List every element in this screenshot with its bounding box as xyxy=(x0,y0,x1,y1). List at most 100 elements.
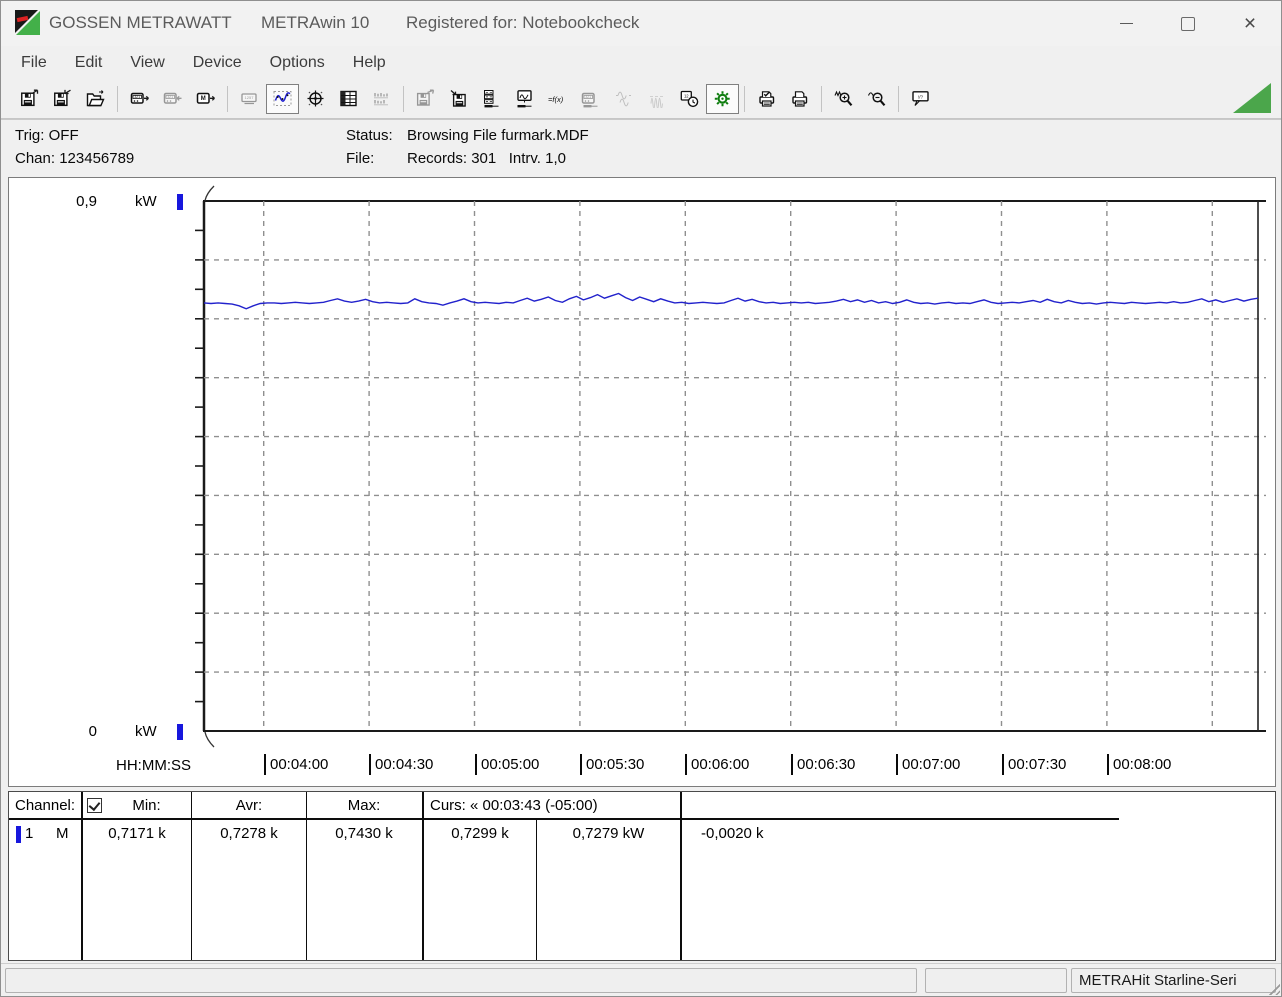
menu-view[interactable]: View xyxy=(116,49,178,77)
status-panel-device: METRAHit Starline-Seri xyxy=(1071,968,1276,993)
maximize-button[interactable] xyxy=(1157,6,1219,42)
formula-fx-button[interactable]: =f(x) xyxy=(541,84,574,114)
x-tick-label: 00:05:30 xyxy=(580,754,644,775)
close-icon: × xyxy=(1244,13,1256,34)
menu-file[interactable]: File xyxy=(7,49,61,77)
open-file-icon xyxy=(85,89,106,108)
x-tick-label: 00:08:00 xyxy=(1107,754,1171,775)
stat-view-button[interactable] xyxy=(365,84,398,114)
device-memory-button[interactable]: M xyxy=(189,84,222,114)
device-read-icon: 321 xyxy=(129,89,150,108)
zoom-out-button[interactable] xyxy=(860,84,893,114)
x-tick-label: 00:05:00 xyxy=(475,754,539,775)
analog-out-button[interactable] xyxy=(607,84,640,114)
pulse-out-button[interactable] xyxy=(640,84,673,114)
online-gear-icon xyxy=(712,89,733,108)
toolbar-separator xyxy=(227,86,228,112)
svg-text:1257: 1257 xyxy=(245,95,255,100)
channel-setup-icon xyxy=(481,89,502,108)
x-tick-label: 00:06:00 xyxy=(685,754,749,775)
device-setup-button[interactable]: 321 xyxy=(574,84,607,114)
save-export-icon xyxy=(19,89,40,108)
close-button[interactable]: × xyxy=(1219,6,1281,42)
x-axis-format-label: HH:MM:SS xyxy=(97,757,191,774)
print-button[interactable] xyxy=(783,84,816,114)
status-panel-main xyxy=(5,968,917,993)
x-tick-label: 00:07:00 xyxy=(896,754,960,775)
menu-bar: File Edit View Device Options Help xyxy=(1,46,1281,79)
toolbar-separator xyxy=(117,86,118,112)
table-view-icon xyxy=(338,89,359,108)
table-view-button[interactable] xyxy=(332,84,365,114)
menu-device[interactable]: Device xyxy=(179,49,256,77)
zoom-in-button[interactable] xyxy=(827,84,860,114)
status-panel-secondary xyxy=(925,968,1067,993)
header-max: Max: xyxy=(306,797,422,814)
status-value: Browsing File furmark.MDF xyxy=(407,127,589,144)
chart-view-button[interactable] xyxy=(266,84,299,114)
cursor-view-icon xyxy=(305,89,326,108)
title-registered: Registered for: Notebookcheck xyxy=(406,13,639,33)
print-preview-button[interactable] xyxy=(750,84,783,114)
cursor-view-button[interactable] xyxy=(299,84,332,114)
maximize-icon xyxy=(1181,17,1195,31)
stat-view-icon xyxy=(371,89,392,108)
chart-plot[interactable] xyxy=(9,178,1275,786)
menu-options[interactable]: Options xyxy=(256,49,339,77)
minimize-button[interactable] xyxy=(1095,6,1157,42)
app-logo-icon xyxy=(15,10,41,36)
menu-edit[interactable]: Edit xyxy=(61,49,117,77)
status-bar: METRAHit Starline-Seri xyxy=(1,963,1281,996)
svg-text:M: M xyxy=(201,96,206,102)
cell-cursor-delta: -0,0020 k xyxy=(701,825,764,842)
svg-text:12: 12 xyxy=(684,93,689,98)
display-values-icon: 1257 xyxy=(239,89,260,108)
svg-text:321: 321 xyxy=(134,95,140,99)
device-name: METRAHit Starline-Seri xyxy=(1072,969,1275,989)
cell-cursor-value1: 0,7299 k xyxy=(424,825,536,842)
x-tick-label: 00:04:00 xyxy=(264,754,328,775)
cell-cursor-value2: 0,7279 kW xyxy=(537,825,680,842)
x-tick-label: 00:07:30 xyxy=(1002,754,1066,775)
measurement-table: Channel: Min: Avr: Max: Curs: « 00:03:43… xyxy=(8,791,1276,961)
time-setup-icon: 12 xyxy=(679,89,700,108)
print-icon xyxy=(789,89,810,108)
svg-text:!/?: !/? xyxy=(918,95,924,100)
time-setup-button[interactable]: 12 xyxy=(673,84,706,114)
store-data-icon xyxy=(448,89,469,108)
cell-max: 0,7430 k xyxy=(306,825,422,842)
zoom-out-icon xyxy=(866,89,887,108)
toolbar-separator xyxy=(744,86,745,112)
header-channel: Channel: xyxy=(15,797,75,814)
display-values-button[interactable]: 1257 xyxy=(233,84,266,114)
device-read-button[interactable]: 321 xyxy=(123,84,156,114)
store-data-button[interactable] xyxy=(442,84,475,114)
svg-text:321: 321 xyxy=(585,95,591,99)
svg-text:=f(x): =f(x) xyxy=(548,95,564,104)
channel-setup-button[interactable] xyxy=(475,84,508,114)
toolbar-separator xyxy=(403,86,404,112)
device-write-button[interactable]: 321 xyxy=(156,84,189,114)
title-brand: GOSSEN METRAWATT xyxy=(49,13,232,33)
x-tick-label: 00:04:30 xyxy=(369,754,433,775)
save-export-button[interactable] xyxy=(13,84,46,114)
device-write-icon: 321 xyxy=(162,89,183,108)
online-gear-button[interactable] xyxy=(706,84,739,114)
toolbar: 321 321 M 1257 =f(x) 321 12 !/? xyxy=(1,79,1281,119)
save-import-button[interactable] xyxy=(46,84,79,114)
x-tick-label: 00:06:30 xyxy=(791,754,855,775)
cell-avr: 0,7278 k xyxy=(192,825,306,842)
annotation-button[interactable]: !/? xyxy=(904,84,937,114)
channel-visibility-checkbox[interactable] xyxy=(87,798,102,813)
device-setup-icon: 321 xyxy=(580,89,601,108)
open-file-button[interactable] xyxy=(79,84,112,114)
toolbar-separator xyxy=(898,86,899,112)
menu-help[interactable]: Help xyxy=(339,49,400,77)
display-setup-button[interactable] xyxy=(508,84,541,114)
toolbar-separator xyxy=(821,86,822,112)
save-import-icon xyxy=(52,89,73,108)
cell-min: 0,7171 k xyxy=(83,825,191,842)
trigger-status: Trig: OFF xyxy=(15,127,79,144)
export-data-button[interactable] xyxy=(409,84,442,114)
channel-color-marker xyxy=(16,826,21,843)
